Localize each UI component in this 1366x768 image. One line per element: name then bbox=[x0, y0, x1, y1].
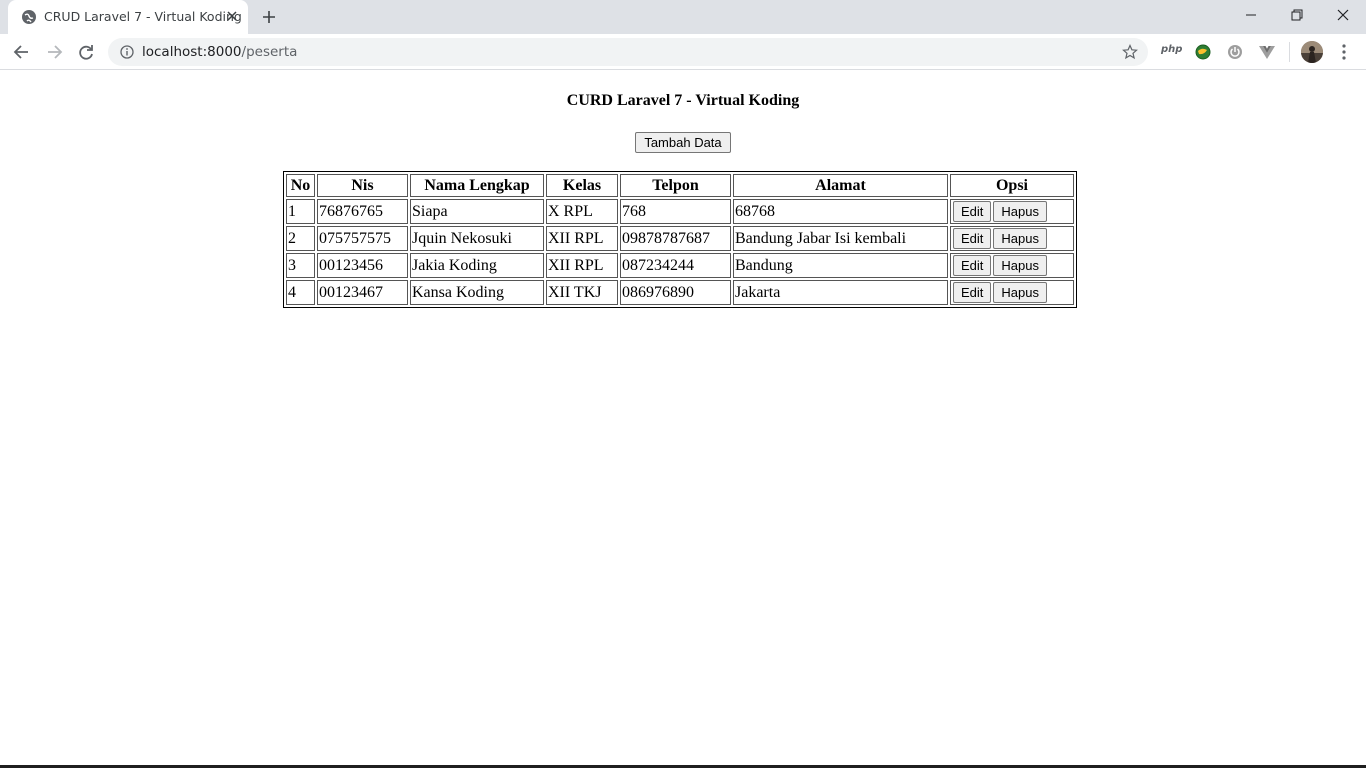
restore-icon[interactable] bbox=[1274, 0, 1320, 30]
url-text: localhost:8000/peserta bbox=[142, 44, 297, 60]
page-title: CURD Laravel 7 - Virtual Koding bbox=[566, 92, 800, 109]
reload-icon[interactable] bbox=[76, 42, 96, 62]
url-host: localhost:8000 bbox=[142, 44, 242, 60]
cell-kelas: XII TKJ bbox=[546, 280, 618, 305]
bookmark-star-icon[interactable] bbox=[1122, 44, 1138, 60]
delete-button[interactable]: Hapus bbox=[993, 201, 1047, 222]
header-alamat: Alamat bbox=[733, 174, 948, 197]
cell-opsi: Edit Hapus bbox=[950, 199, 1074, 224]
cell-kelas: XII RPL bbox=[546, 226, 618, 251]
edit-button[interactable]: Edit bbox=[953, 282, 992, 303]
table-header-row: No Nis Nama Lengkap Kelas Telpon Alamat … bbox=[286, 174, 1074, 197]
cell-telpon: 086976890 bbox=[620, 280, 731, 305]
table-row: 3 00123456 Jakia Koding XII RPL 08723424… bbox=[286, 253, 1074, 278]
delete-button[interactable]: Hapus bbox=[993, 228, 1047, 249]
tab-strip: CRUD Laravel 7 - Virtual Koding bbox=[0, 0, 1366, 34]
cell-alamat: Jakarta bbox=[733, 280, 948, 305]
globe-icon bbox=[21, 9, 37, 25]
cell-alamat: Bandung Jabar Isi kembali bbox=[733, 226, 948, 251]
cell-telpon: 087234244 bbox=[620, 253, 731, 278]
header-telpon: Telpon bbox=[620, 174, 731, 197]
header-nama-lengkap: Nama Lengkap bbox=[410, 174, 544, 197]
participants-table: No Nis Nama Lengkap Kelas Telpon Alamat … bbox=[283, 171, 1077, 308]
tab-title: CRUD Laravel 7 - Virtual Koding bbox=[44, 9, 242, 24]
cell-nis: 075757575 bbox=[317, 226, 408, 251]
header-no: No bbox=[286, 174, 315, 197]
cell-no: 3 bbox=[286, 253, 315, 278]
cell-alamat: 68768 bbox=[733, 199, 948, 224]
header-nis: Nis bbox=[317, 174, 408, 197]
vue-extension-icon[interactable] bbox=[1258, 43, 1276, 61]
cell-telpon: 768 bbox=[620, 199, 731, 224]
table-row: 1 76876765 Siapa X RPL 768 68768 Edit Hap… bbox=[286, 199, 1074, 224]
cell-nama: Jquin Nekosuki bbox=[410, 226, 544, 251]
add-data-button[interactable]: Tambah Data bbox=[635, 132, 731, 153]
header-opsi: Opsi bbox=[950, 174, 1074, 197]
forward-arrow-icon[interactable] bbox=[44, 42, 64, 62]
cell-no: 1 bbox=[286, 199, 315, 224]
cell-opsi: Edit Hapus bbox=[950, 253, 1074, 278]
info-icon[interactable] bbox=[120, 45, 134, 59]
cell-nis: 76876765 bbox=[317, 199, 408, 224]
kebab-menu-icon[interactable] bbox=[1336, 43, 1352, 61]
cell-alamat: Bandung bbox=[733, 253, 948, 278]
cell-nis: 00123456 bbox=[317, 253, 408, 278]
cell-no: 4 bbox=[286, 280, 315, 305]
address-bar[interactable]: localhost:8000/peserta bbox=[108, 38, 1148, 66]
power-extension-icon[interactable] bbox=[1226, 43, 1244, 61]
minimize-icon[interactable] bbox=[1228, 0, 1274, 30]
back-arrow-icon[interactable] bbox=[12, 42, 32, 62]
close-tab-icon[interactable] bbox=[224, 8, 240, 24]
cell-nama: Kansa Koding bbox=[410, 280, 544, 305]
cell-nama: Jakia Koding bbox=[410, 253, 544, 278]
browser-toolbar: localhost:8000/peserta php bbox=[0, 34, 1366, 70]
delete-button[interactable]: Hapus bbox=[993, 255, 1047, 276]
edit-button[interactable]: Edit bbox=[953, 255, 992, 276]
cell-nama: Siapa bbox=[410, 199, 544, 224]
cell-opsi: Edit Hapus bbox=[950, 226, 1074, 251]
header-kelas: Kelas bbox=[546, 174, 618, 197]
edit-button[interactable]: Edit bbox=[953, 228, 992, 249]
profile-avatar[interactable] bbox=[1301, 41, 1323, 63]
close-window-icon[interactable] bbox=[1320, 0, 1366, 30]
cell-opsi: Edit Hapus bbox=[950, 280, 1074, 305]
toolbar-divider bbox=[1289, 42, 1290, 62]
cell-kelas: X RPL bbox=[546, 199, 618, 224]
table-row: 2 075757575 Jquin Nekosuki XII RPL 09878… bbox=[286, 226, 1074, 251]
new-tab-icon[interactable] bbox=[260, 8, 278, 26]
edit-button[interactable]: Edit bbox=[953, 201, 992, 222]
globe-extension-icon[interactable] bbox=[1194, 43, 1212, 61]
cell-telpon: 09878787687 bbox=[620, 226, 731, 251]
cell-no: 2 bbox=[286, 226, 315, 251]
cell-kelas: XII RPL bbox=[546, 253, 618, 278]
php-extension-icon[interactable]: php bbox=[1161, 44, 1182, 55]
delete-button[interactable]: Hapus bbox=[993, 282, 1047, 303]
browser-tab[interactable]: CRUD Laravel 7 - Virtual Koding bbox=[8, 0, 248, 34]
table-row: 4 00123467 Kansa Koding XII TKJ 08697689… bbox=[286, 280, 1074, 305]
url-path: /peserta bbox=[241, 44, 298, 60]
cell-nis: 00123467 bbox=[317, 280, 408, 305]
